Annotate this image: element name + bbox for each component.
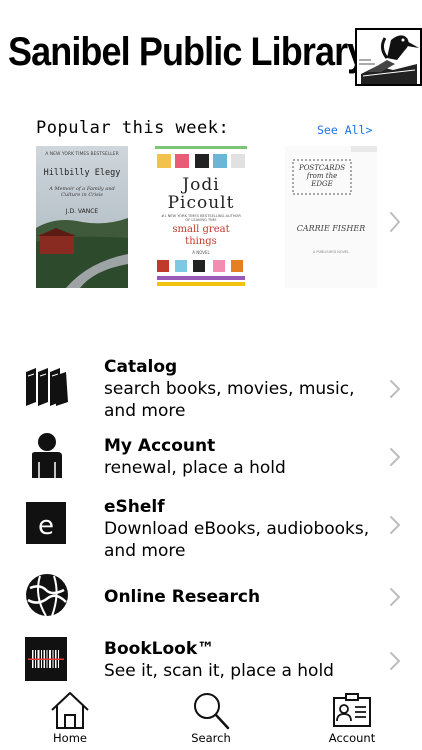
books-icon xyxy=(26,368,68,406)
menu-item-catalog[interactable]: Catalog search books, movies, music, and… xyxy=(0,352,422,422)
menu-text: My Account renewal, place a hold xyxy=(104,435,374,479)
menu-item-my-account[interactable]: My Account renewal, place a hold xyxy=(0,432,422,484)
library-logo xyxy=(355,28,422,86)
menu-text: BookLook™ See it, scan it, place a hold xyxy=(104,638,374,682)
tab-label: Account xyxy=(328,731,376,745)
tab-search[interactable]: Search xyxy=(171,690,251,748)
barcode-icon xyxy=(25,637,67,681)
book-subtitle: A Memoir of a Family and Culture in Cris… xyxy=(49,186,115,198)
tab-label: Home xyxy=(53,731,87,745)
book-tag: A NOVEL xyxy=(192,250,210,255)
menu-subtitle: search books, movies, music, and more xyxy=(104,379,355,421)
book-title: POSTCARDS from the EDGE xyxy=(298,164,345,188)
menu-item-eshelf[interactable]: e eShelf Download eBooks, audiobooks, an… xyxy=(0,492,422,561)
app-title: Sanibel Public Library xyxy=(8,30,367,74)
person-icon xyxy=(32,433,62,478)
menu-title: My Account xyxy=(104,436,216,456)
ebook-icon: e xyxy=(26,502,66,544)
book-cover-hillbilly-elegy[interactable]: A NEW YORK TIMES BESTSELLER Hillbilly El… xyxy=(36,146,128,288)
pelican-logo-icon xyxy=(357,30,420,84)
chevron-right-icon xyxy=(390,652,400,670)
book-author: CARRIE FISHER xyxy=(296,224,366,233)
menu-item-online-research[interactable]: Online Research xyxy=(0,572,422,622)
tab-bar: Home Search Account xyxy=(0,688,422,750)
chevron-right-icon xyxy=(390,380,400,398)
menu-title: Online Research xyxy=(104,587,261,607)
popular-title: Popular this week: xyxy=(36,118,230,138)
menu-subtitle: renewal, place a hold xyxy=(104,458,286,478)
menu-title: BookLook™ xyxy=(104,639,215,659)
book-top-line: A NEW YORK TIMES BESTSELLER xyxy=(45,152,119,157)
book-cover-small-great-things[interactable]: Jodi Picoult #1 NEW YORK TIMES BESTSELLI… xyxy=(155,146,247,288)
search-icon xyxy=(194,693,230,730)
book-footer: A PUBLISHED NOVEL xyxy=(312,250,350,254)
popular-section: Popular this week: See All> A NEW YORK T… xyxy=(0,118,422,298)
menu-item-booklook[interactable]: BookLook™ See it, scan it, place a hold xyxy=(0,636,422,686)
tab-label: Search xyxy=(191,731,231,745)
menu-text: eShelf Download eBooks, audiobooks, and … xyxy=(104,496,374,562)
book-author: J.D. VANCE xyxy=(65,208,99,215)
menu-title: eShelf xyxy=(104,497,165,517)
menu-subtitle: Download eBooks, audiobooks, and more xyxy=(104,519,370,561)
tab-home[interactable]: Home xyxy=(30,690,110,748)
chevron-right-icon xyxy=(390,448,400,466)
chevron-right-icon xyxy=(390,588,400,606)
carousel-next-chevron-icon[interactable] xyxy=(388,210,402,234)
account-card-icon xyxy=(333,693,371,727)
menu-text: Online Research xyxy=(104,586,374,608)
svg-text:e: e xyxy=(38,511,54,541)
chevron-right-icon xyxy=(390,516,400,534)
book-blurb: #1 NEW YORK TIMES BESTSELLING AUTHOR OF … xyxy=(161,214,241,222)
book-cover-postcards-from-the-edge[interactable]: POSTCARDS from the EDGE CARRIE FISHER A … xyxy=(285,146,377,288)
tab-account[interactable]: Account xyxy=(312,690,392,748)
header: Sanibel Public Library xyxy=(0,24,422,88)
book-title: Hillbilly Elegy xyxy=(43,168,121,178)
book-author-last: Picoult xyxy=(167,193,235,213)
globe-icon xyxy=(26,574,68,617)
home-icon xyxy=(51,692,89,729)
menu-title: Catalog xyxy=(104,357,178,377)
book-title: small great things xyxy=(172,224,230,247)
menu-text: Catalog search books, movies, music, and… xyxy=(104,356,374,422)
book-author-first: Jodi xyxy=(182,175,220,195)
menu-subtitle: See it, scan it, place a hold xyxy=(104,661,334,681)
see-all-link[interactable]: See All> xyxy=(317,123,372,137)
